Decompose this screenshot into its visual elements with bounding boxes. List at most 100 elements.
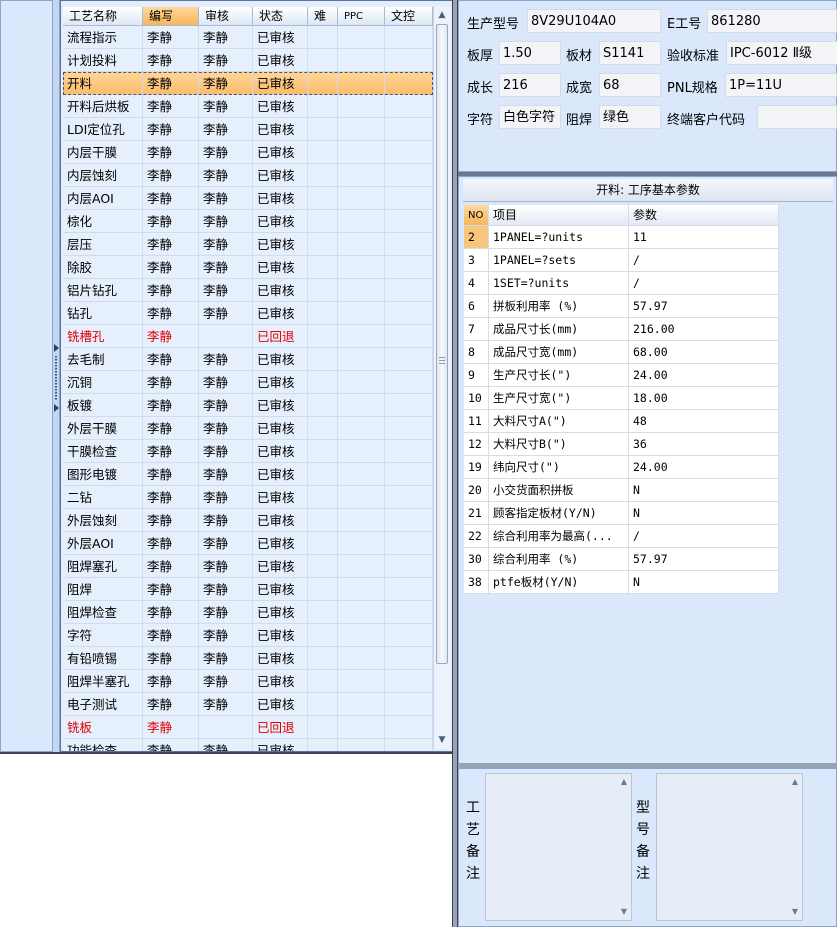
table-row[interactable]: 阻焊塞孔 李静 李静 已审核 xyxy=(63,555,433,578)
table-row[interactable]: 有铅喷锡 李静 李静 已审核 xyxy=(63,647,433,670)
table-row[interactable]: 12 大料尺寸B(") 36 xyxy=(464,433,779,456)
col-status[interactable]: 状态 xyxy=(253,7,308,26)
cell-item: 成品尺寸长(mm) xyxy=(489,318,629,341)
scroll-up-icon[interactable]: ▲ xyxy=(618,776,630,788)
col-writer[interactable]: 编写 xyxy=(143,7,199,26)
col-difficulty[interactable]: 难 xyxy=(308,7,338,26)
splitter-grip[interactable] xyxy=(55,356,57,400)
col-no[interactable]: NO xyxy=(464,205,489,226)
model-field[interactable]: 8V29U104A0 xyxy=(527,9,661,33)
cell-no: 12 xyxy=(464,433,489,456)
col-value[interactable]: 参数 xyxy=(629,205,779,226)
table-row[interactable]: 21 顾客指定板材(Y/N) N xyxy=(464,502,779,525)
panel-splitter[interactable] xyxy=(53,0,60,752)
table-row[interactable]: 11 大料尺寸A(") 48 xyxy=(464,410,779,433)
table-row[interactable]: 沉铜 李静 李静 已审核 xyxy=(63,371,433,394)
table-row[interactable]: 干膜检查 李静 李静 已审核 xyxy=(63,440,433,463)
col-ppc[interactable]: PPC xyxy=(338,7,385,26)
table-row[interactable]: LDI定位孔 李静 李静 已审核 xyxy=(63,118,433,141)
thickness-field[interactable]: 1.50 xyxy=(499,41,561,65)
table-row[interactable]: 计划投料 李静 李静 已审核 xyxy=(63,49,433,72)
table-row[interactable]: 功能检查 李静 李静 已审核 xyxy=(63,739,433,751)
table-row[interactable]: 30 综合利用率 (%) 57.97 xyxy=(464,548,779,571)
table-row[interactable]: 内层干膜 李静 李静 已审核 xyxy=(63,141,433,164)
splitter-arrow-icon[interactable] xyxy=(54,404,59,412)
table-row[interactable]: 开料后烘板 李静 李静 已审核 xyxy=(63,95,433,118)
process-notes-textarea[interactable]: ▲ ▼ xyxy=(485,773,632,921)
table-row[interactable]: 铣板 李静 已回退 xyxy=(63,716,433,739)
table-row[interactable]: 8 成品尺寸宽(mm) 68.00 xyxy=(464,341,779,364)
cell-difficulty xyxy=(308,693,338,716)
material-field[interactable]: S1141 xyxy=(599,41,661,65)
cell-reviewer: 李静 xyxy=(199,624,253,647)
table-row[interactable]: 19 纬向尺寸(") 24.00 xyxy=(464,456,779,479)
model-notes-textarea[interactable]: ▲ ▼ xyxy=(656,773,803,921)
table-row[interactable]: 字符 李静 李静 已审核 xyxy=(63,624,433,647)
table-row[interactable]: 9 生产尺寸长(") 24.00 xyxy=(464,364,779,387)
table-row[interactable]: 22 综合利用率为最高(... / xyxy=(464,525,779,548)
table-row[interactable]: 开料 李静 李静 已审核 xyxy=(63,72,433,95)
cell-doc-control xyxy=(385,210,433,233)
table-row[interactable]: 阻焊 李静 李静 已审核 xyxy=(63,578,433,601)
table-row[interactable]: 板镀 李静 李静 已审核 xyxy=(63,394,433,417)
cell-item: 拼板利用率 (%) xyxy=(489,295,629,318)
customer-field[interactable] xyxy=(757,105,837,129)
table-row[interactable]: 3 1PANEL=?sets / xyxy=(464,249,779,272)
table-row[interactable]: 钻孔 李静 李静 已审核 xyxy=(63,302,433,325)
scroll-down-icon[interactable]: ▼ xyxy=(618,906,630,918)
splitter-arrow-icon[interactable] xyxy=(54,344,59,352)
table-row[interactable]: 内层蚀刻 李静 李静 已审核 xyxy=(63,164,433,187)
standard-field[interactable]: IPC-6012 Ⅱ级 xyxy=(726,41,837,65)
table-row[interactable]: 外层AOI 李静 李静 已审核 xyxy=(63,532,433,555)
eno-field[interactable]: 861280 xyxy=(707,9,837,33)
table-row[interactable]: 阻焊半塞孔 李静 李静 已审核 xyxy=(63,670,433,693)
table-row[interactable]: 38 ptfe板材(Y/N) N xyxy=(464,571,779,594)
table-row[interactable]: 铣槽孔 李静 已回退 xyxy=(63,325,433,348)
cell-reviewer: 李静 xyxy=(199,348,253,371)
table-row[interactable]: 20 小交货面积拼板 N xyxy=(464,479,779,502)
table-row[interactable]: 图形电镀 李静 李静 已审核 xyxy=(63,463,433,486)
col-process-name[interactable]: 工艺名称 xyxy=(63,7,143,26)
table-row[interactable]: 6 拼板利用率 (%) 57.97 xyxy=(464,295,779,318)
table-row[interactable]: 内层AOI 李静 李静 已审核 xyxy=(63,187,433,210)
char-field[interactable]: 白色字符 xyxy=(499,105,561,129)
scroll-up-icon[interactable]: ▲ xyxy=(435,7,449,23)
table-row[interactable]: 外层蚀刻 李静 李静 已审核 xyxy=(63,509,433,532)
table-row[interactable]: 除胶 李静 李静 已审核 xyxy=(63,256,433,279)
table-row[interactable]: 电子测试 李静 李静 已审核 xyxy=(63,693,433,716)
table-row[interactable]: 2 1PANEL=?units 11 xyxy=(464,226,779,249)
width-field[interactable]: 68 xyxy=(599,73,661,97)
cell-reviewer: 李静 xyxy=(199,693,253,716)
cell-ppc xyxy=(338,601,385,624)
cell-process-name: 除胶 xyxy=(63,256,143,279)
scroll-down-icon[interactable]: ▼ xyxy=(435,732,449,748)
col-item[interactable]: 项目 xyxy=(489,205,629,226)
grid-scrollbar[interactable]: ▲ ▼ xyxy=(433,6,450,749)
pnl-field[interactable]: 1P=11U xyxy=(725,73,837,97)
table-row[interactable]: 流程指示 李静 李静 已审核 xyxy=(63,26,433,49)
cell-reviewer: 李静 xyxy=(199,279,253,302)
cell-doc-control xyxy=(385,417,433,440)
cell-writer: 李静 xyxy=(143,279,199,302)
cell-value: 68.00 xyxy=(629,341,779,364)
scroll-up-icon[interactable]: ▲ xyxy=(789,776,801,788)
col-reviewer[interactable]: 审核 xyxy=(199,7,253,26)
scroll-down-icon[interactable]: ▼ xyxy=(789,906,801,918)
table-row[interactable]: 4 1SET=?units / xyxy=(464,272,779,295)
table-row[interactable]: 棕化 李静 李静 已审核 xyxy=(63,210,433,233)
table-row[interactable]: 去毛制 李静 李静 已审核 xyxy=(63,348,433,371)
scrollbar-thumb[interactable] xyxy=(436,24,448,664)
table-row[interactable]: 10 生产尺寸宽(") 18.00 xyxy=(464,387,779,410)
table-row[interactable]: 7 成品尺寸长(mm) 216.00 xyxy=(464,318,779,341)
cell-writer: 李静 xyxy=(143,417,199,440)
col-doc-control[interactable]: 文控 xyxy=(385,7,433,26)
table-row[interactable]: 层压 李静 李静 已审核 xyxy=(63,233,433,256)
cell-doc-control xyxy=(385,302,433,325)
table-row[interactable]: 外层干膜 李静 李静 已审核 xyxy=(63,417,433,440)
table-row[interactable]: 铝片钻孔 李静 李静 已审核 xyxy=(63,279,433,302)
mask-field[interactable]: 绿色 xyxy=(599,105,661,129)
length-field[interactable]: 216 xyxy=(499,73,561,97)
table-row[interactable]: 阻焊检查 李静 李静 已审核 xyxy=(63,601,433,624)
cell-writer: 李静 xyxy=(143,532,199,555)
table-row[interactable]: 二钻 李静 李静 已审核 xyxy=(63,486,433,509)
